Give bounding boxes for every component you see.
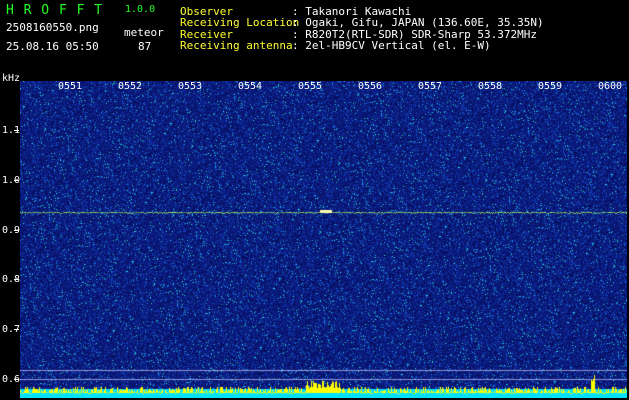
meteor-count: 87 [138, 40, 152, 53]
spectrogram-canvas [20, 81, 627, 398]
time-label: 0553 [178, 81, 203, 92]
y-tick [14, 379, 19, 380]
info-value-location: : Ogaki, Gifu, JAPAN (136.60E, 35.35N) [292, 16, 544, 29]
time-label: 0556 [358, 81, 383, 92]
time-label: 0559 [538, 81, 563, 92]
app-logo: H R O F F T [6, 3, 104, 18]
time-label: 0600 [598, 81, 623, 92]
header-panel: H R O F F T 1.0.0 2508160550.png meteor … [0, 0, 629, 78]
time-label: 0557 [418, 81, 443, 92]
app-version: 1.0.0 [125, 4, 156, 15]
y-tick [14, 230, 19, 231]
time-label: 0552 [118, 81, 143, 92]
date-time: 25.08.16 05:50 [6, 40, 99, 53]
info-label-antenna: Receiving antenna [180, 39, 293, 52]
time-label: 0558 [478, 81, 503, 92]
y-tick [14, 279, 19, 280]
spectrogram-plot [20, 81, 627, 398]
info-label-location: Receiving Location [180, 16, 300, 29]
file-name: 2508160550.png [6, 21, 99, 34]
time-label: 0555 [298, 81, 323, 92]
mode-label: meteor [124, 26, 164, 39]
y-tick [14, 329, 19, 330]
time-label: 0554 [238, 81, 263, 92]
y-tick [14, 180, 19, 181]
y-axis-unit: kHz [2, 73, 21, 84]
y-tick [14, 130, 19, 131]
time-label: 0551 [58, 81, 83, 92]
info-value-antenna: : 2el-HB9CV Vertical (el. E-W) [292, 39, 491, 52]
